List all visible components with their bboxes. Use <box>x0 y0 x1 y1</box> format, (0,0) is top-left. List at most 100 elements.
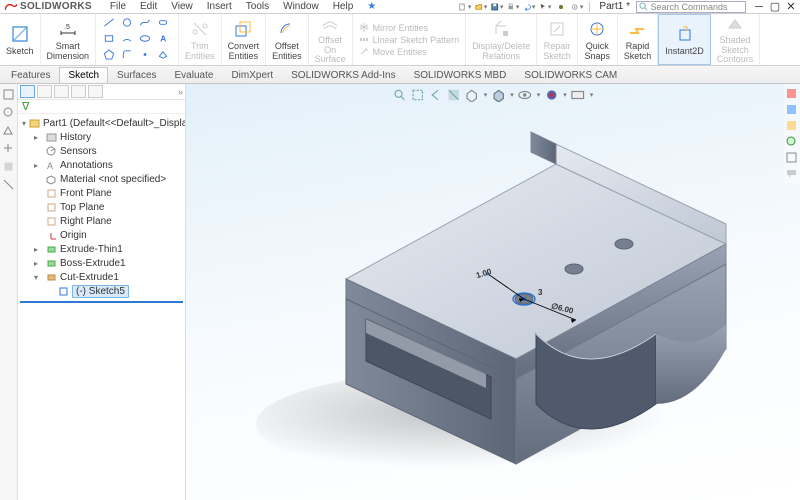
tree-right-plane[interactable]: Right Plane <box>20 214 183 228</box>
prev-view-icon[interactable] <box>429 88 443 102</box>
ribbon-shaded-contours[interactable]: Shaded Sketch Contours <box>711 14 761 65</box>
text-tool-icon[interactable]: A <box>156 33 170 45</box>
section-view-icon[interactable] <box>447 88 461 102</box>
filter-icon[interactable]: ∇ <box>22 100 29 113</box>
title-bar: SOLIDWORKS File Edit View Insert Tools W… <box>0 0 800 14</box>
left-tool-4[interactable] <box>2 142 15 155</box>
window-close-button[interactable]: ✕ <box>784 2 798 12</box>
undo-button[interactable]: ▾ <box>522 1 536 13</box>
graphics-viewport[interactable]: ▾ ▾ ▾ ▾ ▾ <box>186 84 800 500</box>
spline-tool-icon[interactable] <box>138 17 152 29</box>
menu-window[interactable]: Window <box>277 1 325 12</box>
ribbon-offset-on-surface[interactable]: Offset On Surface <box>309 14 353 65</box>
new-button[interactable]: ▾ <box>458 1 472 13</box>
select-button[interactable]: ▾ <box>538 1 552 13</box>
panel-tab-more[interactable]: » <box>178 87 183 97</box>
left-tool-3[interactable] <box>2 124 15 137</box>
tree-top-plane[interactable]: Top Plane <box>20 200 183 214</box>
tree-origin[interactable]: Origin <box>20 228 183 242</box>
left-tool-5[interactable] <box>2 160 15 173</box>
zoom-area-icon[interactable] <box>411 88 425 102</box>
ribbon-mirror[interactable]: Mirror Entities <box>359 22 460 33</box>
ribbon-move-entities[interactable]: Move Entities <box>359 46 460 57</box>
tree-extrude-thin[interactable]: ▸Extrude-Thin1 <box>20 242 183 256</box>
ribbon-linear-pattern[interactable]: Linear Sketch Pattern <box>359 34 460 45</box>
tree-cut-extrude[interactable]: ▾Cut-Extrude1 <box>20 270 183 284</box>
tab-features[interactable]: Features <box>2 67 59 83</box>
panel-tab-dim-icon[interactable] <box>71 85 86 98</box>
open-button[interactable]: ▾ <box>474 1 488 13</box>
left-tool-2[interactable] <box>2 106 15 119</box>
line-tool-icon[interactable] <box>102 17 116 29</box>
left-tool-1[interactable] <box>2 88 15 101</box>
ribbon-smart-dimension[interactable]: .5 Smart Dimension <box>41 14 97 65</box>
tree-sensors[interactable]: Sensors <box>20 144 183 158</box>
panel-tab-feature-tree-icon[interactable] <box>20 85 35 98</box>
panel-tab-config-icon[interactable] <box>54 85 69 98</box>
ribbon-trim-entities[interactable]: Trim Entities <box>179 14 222 65</box>
menu-tools[interactable]: Tools <box>240 1 275 12</box>
panel-tab-property-icon[interactable] <box>37 85 52 98</box>
tree-material[interactable]: Material <not specified> <box>20 172 183 186</box>
window-minimize-button[interactable]: ─ <box>752 2 766 12</box>
window-restore-button[interactable]: ▢ <box>768 2 782 12</box>
tab-evaluate[interactable]: Evaluate <box>166 67 223 83</box>
tree-front-plane[interactable]: Front Plane <box>20 186 183 200</box>
menu-insert[interactable]: Insert <box>201 1 238 12</box>
tree-boss-extrude[interactable]: ▸Boss-Extrude1 <box>20 256 183 270</box>
ribbon-convert-entities[interactable]: Convert Entities <box>222 14 267 65</box>
taskpane-design-icon[interactable] <box>785 103 798 116</box>
ellipse-tool-icon[interactable] <box>138 33 152 45</box>
hide-show-icon[interactable] <box>518 88 532 102</box>
taskpane-forum-icon[interactable] <box>785 167 798 180</box>
ribbon-instant2d[interactable]: Instant2D <box>658 14 711 65</box>
point-tool-icon[interactable] <box>138 49 152 61</box>
tab-cam[interactable]: SOLIDWORKS CAM <box>515 67 626 83</box>
menu-file[interactable]: File <box>104 1 132 12</box>
save-button[interactable]: ▾ <box>490 1 504 13</box>
tree-history[interactable]: ▸History <box>20 130 183 144</box>
tree-root[interactable]: ▾Part1 (Default<<Default>_Display Sta… <box>20 116 183 130</box>
view-orientation-icon[interactable] <box>465 88 479 102</box>
circle-tool-icon[interactable] <box>120 17 134 29</box>
dim-2[interactable]: 3 <box>538 288 542 297</box>
polygon-tool-icon[interactable] <box>102 49 116 61</box>
rollback-bar[interactable] <box>20 301 183 303</box>
tree-sketch5[interactable]: (-) Sketch5 <box>20 284 183 299</box>
ribbon-sketch[interactable]: Sketch <box>0 14 41 65</box>
rebuild-button[interactable] <box>554 1 568 13</box>
panel-tab-display-icon[interactable] <box>88 85 103 98</box>
taskpane-appearances-icon[interactable] <box>785 135 798 148</box>
search-commands-input[interactable]: Search Commands <box>636 1 746 13</box>
left-tool-6[interactable] <box>2 178 15 191</box>
display-style-icon[interactable] <box>491 88 505 102</box>
arc-tool-icon[interactable] <box>120 33 134 45</box>
apply-scene-icon[interactable] <box>571 88 585 102</box>
ribbon-offset-entities[interactable]: Offset Entities <box>266 14 309 65</box>
tab-addins[interactable]: SOLIDWORKS Add-Ins <box>282 67 404 83</box>
ribbon-repair-sketch[interactable]: Repair Sketch <box>537 14 578 65</box>
taskpane-custom-icon[interactable] <box>785 151 798 164</box>
menu-help[interactable]: Help <box>327 1 360 12</box>
ribbon-rapid-sketch[interactable]: Rapid Sketch <box>618 14 659 65</box>
slot-tool-icon[interactable] <box>156 17 170 29</box>
rect-tool-icon[interactable] <box>102 33 116 45</box>
plane-tool-icon[interactable] <box>156 49 170 61</box>
taskpane-resources-icon[interactable] <box>785 87 798 100</box>
tab-surfaces[interactable]: Surfaces <box>108 67 165 83</box>
menu-view[interactable]: View <box>165 1 199 12</box>
menu-search-icon[interactable]: ★ <box>361 1 382 12</box>
ribbon-display-relations[interactable]: Display/Delete Relations <box>466 14 537 65</box>
tab-mbd[interactable]: SOLIDWORKS MBD <box>405 67 516 83</box>
tab-dimxpert[interactable]: DimXpert <box>222 67 282 83</box>
tab-sketch[interactable]: Sketch <box>59 67 108 83</box>
tree-annotations[interactable]: ▸AAnnotations <box>20 158 183 172</box>
print-button[interactable]: ▾ <box>506 1 520 13</box>
taskpane-properties-icon[interactable] <box>785 119 798 132</box>
fillet-tool-icon[interactable] <box>120 49 134 61</box>
zoom-fit-icon[interactable] <box>393 88 407 102</box>
ribbon-quick-snaps[interactable]: Quick Snaps <box>578 14 618 65</box>
menu-edit[interactable]: Edit <box>134 1 163 12</box>
options-button[interactable]: ▾ <box>570 1 584 13</box>
edit-appearance-icon[interactable] <box>544 88 558 102</box>
